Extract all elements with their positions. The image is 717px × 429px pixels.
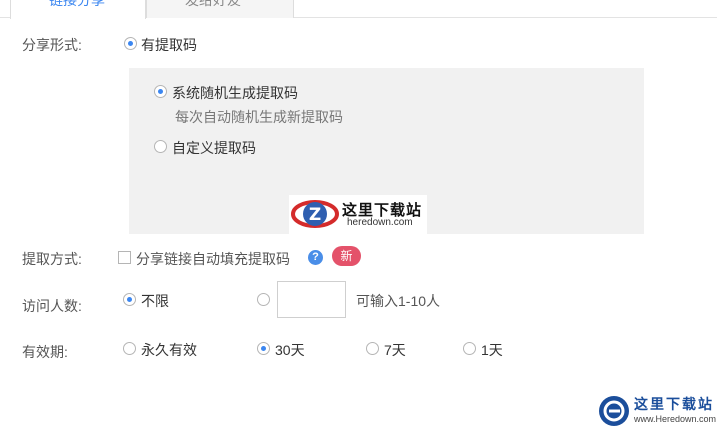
- radio-validity-permanent[interactable]: [123, 342, 136, 355]
- radio-random-code[interactable]: [154, 85, 167, 98]
- radio-custom-code[interactable]: [154, 140, 167, 153]
- new-badge: 新: [332, 246, 361, 266]
- help-icon[interactable]: ?: [308, 250, 323, 265]
- radio-with-code[interactable]: [124, 37, 137, 50]
- watermark-center: Z 这里下载站 heredown.com: [289, 195, 427, 235]
- validity-7d-label: 7天: [384, 342, 406, 358]
- radio-validity-7d[interactable]: [366, 342, 379, 355]
- visitors-label: 访问人数:: [22, 298, 82, 314]
- validity-30d-label: 30天: [275, 342, 305, 358]
- share-form-label: 分享形式:: [22, 37, 82, 53]
- option-random-code-hint: 每次自动随机生成新提取码: [175, 109, 343, 125]
- tab-send-to-friends[interactable]: 发给好友: [146, 0, 294, 18]
- tab-label: 发给好友: [185, 0, 241, 8]
- autofill-code-label: 分享链接自动填充提取码: [136, 251, 290, 267]
- tab-link-share[interactable]: 链接分享: [10, 0, 146, 19]
- visitors-hint: 可输入1-10人: [356, 293, 441, 309]
- watermark-url: www.Heredown.com: [634, 414, 717, 424]
- radio-validity-1d[interactable]: [463, 342, 476, 355]
- watermark-name: 这里下载站: [634, 397, 714, 413]
- option-custom-code-label: 自定义提取码: [172, 140, 256, 156]
- radio-visitors-custom[interactable]: [257, 293, 270, 306]
- option-random-code-label: 系统随机生成提取码: [172, 85, 298, 101]
- validity-1d-label: 1天: [481, 342, 503, 358]
- watermark-url: heredown.com: [347, 217, 413, 228]
- svg-text:Z: Z: [309, 205, 321, 225]
- extract-method-label: 提取方式:: [22, 251, 82, 267]
- heredown-logo-icon: [599, 396, 629, 426]
- watermark-corner: 这里下载站 www.Heredown.com: [596, 392, 717, 429]
- tab-label: 链接分享: [49, 0, 105, 8]
- tab-bar: 链接分享 发给好友: [0, 0, 717, 19]
- visitor-count-input[interactable]: [277, 281, 346, 318]
- radio-visitors-unlimited[interactable]: [123, 293, 136, 306]
- validity-label: 有效期:: [22, 344, 68, 360]
- heredown-logo-icon: Z: [291, 200, 339, 228]
- radio-validity-30d[interactable]: [257, 342, 270, 355]
- validity-permanent-label: 永久有效: [141, 342, 197, 358]
- autofill-code-checkbox[interactable]: [118, 251, 131, 264]
- option-with-code-label: 有提取码: [141, 37, 197, 53]
- visitors-unlimited-label: 不限: [141, 293, 169, 309]
